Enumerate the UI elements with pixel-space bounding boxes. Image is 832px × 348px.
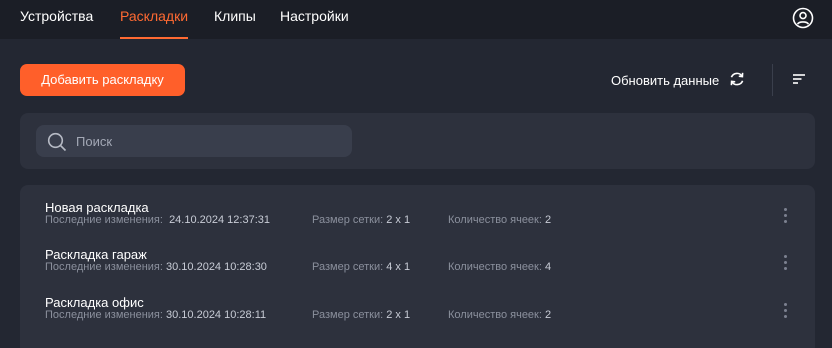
more-options-icon[interactable] [778,251,792,273]
last-changed: Последние изменения: 30.10.2024 10:28:30 [45,261,267,273]
cell-count-value: 2 [544,214,552,226]
last-changed-value: 30.10.2024 10:28:30 [166,261,267,273]
sort-icon[interactable] [789,69,809,89]
layout-name: Раскладка гараж [45,247,147,262]
search-box[interactable] [36,125,352,157]
last-changed-value: 30.10.2024 10:28:11 [166,309,267,321]
tab-layouts[interactable]: Раскладки [120,0,189,39]
grid-size-value: 2 x 1 [386,214,411,226]
more-options-icon[interactable] [778,204,792,226]
list-item[interactable]: Новая раскладка Последние изменения: 24.… [20,200,815,246]
user-circle-icon[interactable] [792,7,814,29]
grid-size-value: 4 x 1 [386,261,411,273]
cell-count: Количество ячеек: 2 [448,214,552,226]
top-navigation: Устройства Раскладки Клипы Настройки [0,0,832,39]
toolbar-divider [772,64,773,96]
cell-count: Количество ячеек: 2 [448,309,552,321]
tab-clips[interactable]: Клипы [214,0,256,39]
grid-size-value: 2 x 1 [386,309,411,321]
cell-count-value: 2 [544,309,552,321]
grid-size: Размер сетки: 2 x 1 [312,214,411,226]
last-changed-value: 24.10.2024 12:37:31 [169,214,270,226]
refresh-label: Обновить данные [611,72,720,88]
more-options-icon[interactable] [778,299,792,321]
refresh-icon [727,69,747,92]
grid-size: Размер сетки: 4 x 1 [312,261,411,273]
grid-size: Размер сетки: 2 x 1 [312,309,411,321]
layout-name: Новая раскладка [45,200,149,215]
tab-devices[interactable]: Устройства [20,0,93,39]
tab-settings[interactable]: Настройки [280,0,349,39]
layout-name: Раскладка офис [45,295,144,310]
refresh-data-button[interactable]: Обновить данные [611,66,747,94]
list-item[interactable]: Раскладка офис Последние изменения: 30.1… [20,295,815,341]
search-input[interactable] [76,125,346,157]
last-changed: Последние изменения: 30.10.2024 10:28:11 [45,309,267,321]
cell-count: Количество ячеек: 4 [448,261,552,273]
search-icon [46,131,68,153]
cell-count-value: 4 [544,261,552,273]
search-panel [20,113,815,169]
layouts-list: Новая раскладка Последние изменения: 24.… [20,185,815,348]
last-changed: Последние изменения: 24.10.2024 12:37:31 [45,214,270,226]
add-layout-button[interactable]: Добавить раскладку [20,64,185,96]
list-item[interactable]: Раскладка гараж Последние изменения: 30.… [20,247,815,293]
